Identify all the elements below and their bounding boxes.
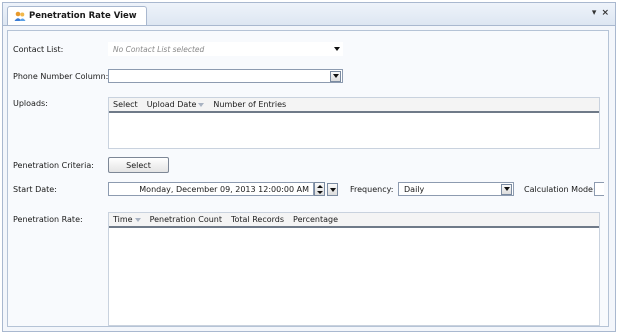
tab-strip: Penetration Rate View ▾ × xyxy=(3,3,615,26)
time-label: Time xyxy=(113,215,133,224)
start-date-label: Start Date: xyxy=(13,185,57,194)
start-date-value: Monday, December 09, 2013 12:00:00 AM xyxy=(139,184,309,194)
contact-list-label: Contact List: xyxy=(13,45,64,54)
frequency-select[interactable]: Daily xyxy=(398,182,514,196)
pin-dropdown-icon[interactable]: ▾ xyxy=(592,8,597,18)
penetration-rate-grid[interactable]: Time Penetration Count Total Records Per… xyxy=(108,212,600,326)
penetration-rate-grid-header: Time Penetration Count Total Records Per… xyxy=(109,213,599,228)
column-header-percentage[interactable]: Percentage xyxy=(289,215,343,224)
uploads-grid-header: Select Upload Date Number of Entries xyxy=(109,98,599,113)
sort-arrow-icon xyxy=(198,102,205,107)
frequency-value: Daily xyxy=(404,184,425,194)
calendar-dropdown-button[interactable] xyxy=(327,183,338,196)
penetration-criteria-label: Penetration Criteria: xyxy=(13,161,94,170)
upload-date-label: Upload Date xyxy=(146,100,197,109)
start-date-picker[interactable]: Monday, December 09, 2013 12:00:00 AM xyxy=(108,182,314,196)
uploads-grid[interactable]: Select Upload Date Number of Entries xyxy=(108,97,600,149)
spin-down-icon[interactable] xyxy=(316,190,323,194)
sort-arrow-icon xyxy=(134,217,141,222)
frequency-label: Frequency: xyxy=(350,185,394,194)
column-header-select[interactable]: Select xyxy=(109,100,143,109)
dropdown-arrow-icon[interactable] xyxy=(330,70,341,82)
tab-penetration-rate-view[interactable]: Penetration Rate View xyxy=(7,6,147,25)
start-date-spinner[interactable] xyxy=(314,182,325,196)
phone-column-select[interactable] xyxy=(108,69,343,83)
dropdown-arrow-icon[interactable] xyxy=(331,44,342,55)
calculation-mode-select[interactable] xyxy=(594,182,604,196)
phone-column-label: Phone Number Column: xyxy=(13,72,109,81)
calculation-mode-label: Calculation Mode: xyxy=(524,185,596,194)
tab-title: Penetration Rate View xyxy=(29,11,137,21)
select-criteria-button[interactable]: Select xyxy=(108,157,169,173)
column-header-upload-date[interactable]: Upload Date xyxy=(143,100,210,109)
spin-up-icon[interactable] xyxy=(316,184,323,188)
uploads-label: Uploads: xyxy=(13,99,48,108)
column-header-total-records[interactable]: Total Records xyxy=(227,215,289,224)
form-area: Contact List: No Contact List selected P… xyxy=(7,30,609,327)
dropdown-arrow-icon[interactable] xyxy=(501,183,512,195)
penetration-rate-label: Penetration Rate: xyxy=(13,215,83,224)
dropdown-arrow-icon xyxy=(329,187,336,192)
window-controls: ▾ × xyxy=(592,8,609,18)
column-header-penetration-count[interactable]: Penetration Count xyxy=(146,215,227,224)
contact-list-placeholder: No Contact List selected xyxy=(113,44,205,54)
penetration-rate-panel: Penetration Rate View ▾ × Contact List: … xyxy=(2,2,616,332)
close-icon[interactable]: × xyxy=(601,8,609,18)
column-header-number-of-entries[interactable]: Number of Entries xyxy=(209,100,291,109)
users-icon xyxy=(14,11,26,21)
column-header-time[interactable]: Time xyxy=(109,215,146,224)
contact-list-combo[interactable]: No Contact List selected xyxy=(108,42,343,56)
